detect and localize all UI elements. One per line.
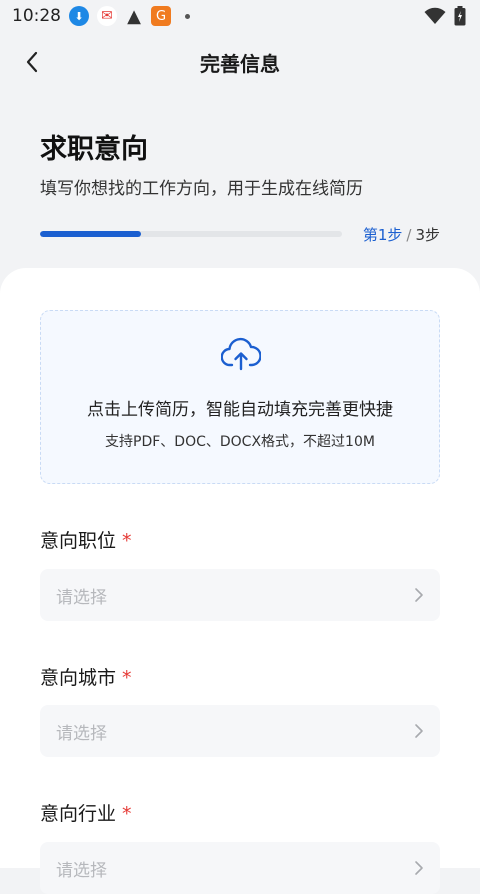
warning-icon: ▲ <box>127 5 141 27</box>
select-placeholder: 请选择 <box>56 723 107 744</box>
select-placeholder: 请选择 <box>56 860 107 881</box>
step-separator: / <box>406 225 412 244</box>
resume-upload-area[interactable]: 点击上传简历，智能自动填充完善更快捷 支持PDF、DOC、DOCX格式，不超过1… <box>40 310 440 484</box>
red-packet-icon: ✉ <box>97 6 117 26</box>
cloud-upload-icon <box>221 337 261 371</box>
orange-app-icon: G <box>151 6 171 26</box>
chevron-right-icon <box>415 588 423 602</box>
select-placeholder: 请选择 <box>56 587 107 608</box>
form-card: 点击上传简历，智能自动填充完善更快捷 支持PDF、DOC、DOCX格式，不超过1… <box>0 268 480 894</box>
progress-bar <box>40 231 342 237</box>
chevron-right-icon <box>415 861 423 875</box>
dot-icon <box>185 13 190 19</box>
section-title: 求职意向 <box>40 134 148 165</box>
status-system-icons <box>424 6 466 26</box>
battery-icon <box>454 6 466 26</box>
download-icon: ⬇ <box>69 6 89 26</box>
back-arrow-icon <box>26 51 38 73</box>
progress-fill <box>40 231 141 237</box>
step-current: 第1步 <box>362 225 403 244</box>
field-label-text: 意向城市 <box>40 667 117 689</box>
chevron-right-icon <box>415 724 423 738</box>
status-notification-icons: ⬇ ✉ ▲ G <box>69 5 190 27</box>
required-mark: * <box>122 530 132 552</box>
upload-sub-text: 支持PDF、DOC、DOCX格式，不超过10M <box>105 434 375 450</box>
status-time: 10:28 <box>12 6 61 26</box>
field-label-text: 意向职位 <box>40 530 117 552</box>
back-button[interactable] <box>14 44 50 80</box>
status-bar: 10:28 ⬇ ✉ ▲ G <box>0 0 480 32</box>
field-label-position: 意向职位 * <box>40 526 132 553</box>
step-total: 3步 <box>415 225 440 244</box>
city-select[interactable]: 请选择 <box>40 705 440 757</box>
page-title: 完善信息 <box>200 51 280 76</box>
position-select[interactable]: 请选择 <box>40 569 440 621</box>
required-mark: * <box>122 667 132 689</box>
wifi-icon <box>424 7 446 24</box>
field-label-text: 意向行业 <box>40 803 117 825</box>
required-mark: * <box>122 803 132 825</box>
field-label-industry: 意向行业 * <box>40 799 132 826</box>
nav-bar: 完善信息 <box>0 32 480 92</box>
section-subtitle: 填写你想找的工作方向，用于生成在线简历 <box>40 179 363 199</box>
upload-main-text: 点击上传简历，智能自动填充完善更快捷 <box>87 400 393 420</box>
field-label-city: 意向城市 * <box>40 663 132 690</box>
intro-section: 求职意向 填写你想找的工作方向，用于生成在线简历 <box>40 130 440 199</box>
progress-row: 第1步/3步 <box>40 222 440 246</box>
industry-select[interactable]: 请选择 <box>40 842 440 894</box>
step-indicator: 第1步/3步 <box>363 224 440 245</box>
